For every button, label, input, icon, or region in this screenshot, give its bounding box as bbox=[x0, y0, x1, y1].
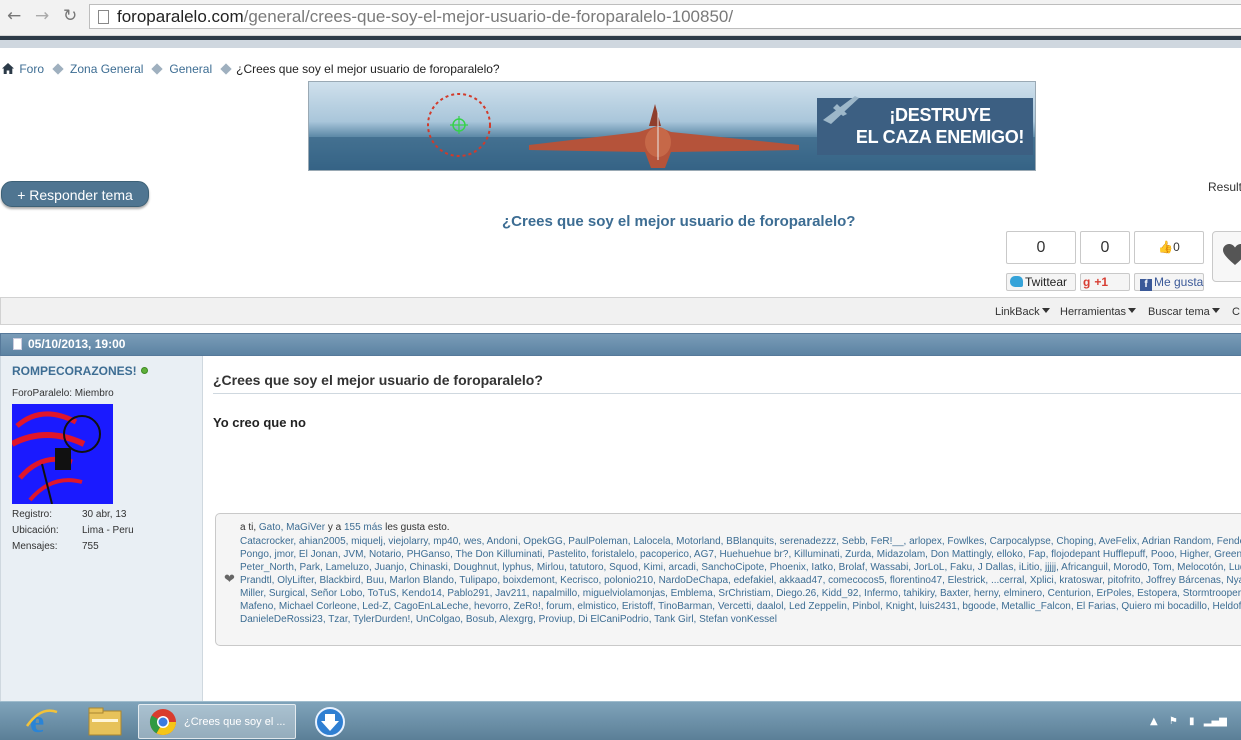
stat-value-mensajes: 755 bbox=[82, 541, 99, 552]
likes-middle: y a bbox=[325, 522, 344, 533]
post-body: ¿Crees que soy el mejor usuario de forop… bbox=[203, 356, 1241, 701]
banner-text: ¡DESTRUYE EL CAZA ENEMIGO! bbox=[849, 104, 1031, 148]
facebook-like-label: Me gusta bbox=[1154, 275, 1204, 289]
post-title-divider bbox=[213, 393, 1241, 394]
chrome-icon bbox=[149, 709, 177, 736]
twitter-share-label: Twittear bbox=[1025, 275, 1068, 289]
screen: ← → ↻ foroparalelo.com/general/crees-que… bbox=[0, 0, 1241, 740]
banner-line-1: ¡DESTRUYE bbox=[889, 105, 991, 125]
windows-taskbar: e ¿Crees que soy el ... ▲ ⚑ ▮ ▂▄▆ bbox=[0, 701, 1241, 740]
likes-prefix: a ti, bbox=[240, 522, 259, 533]
banner-cta-panel: ¡DESTRUYE EL CAZA ENEMIGO! bbox=[817, 96, 1033, 155]
results-label: Result bbox=[1208, 180, 1241, 194]
action-center-flag-icon[interactable]: ⚑ bbox=[1169, 716, 1178, 727]
heart-icon bbox=[1223, 244, 1241, 265]
internet-explorer-icon[interactable]: e bbox=[22, 704, 62, 739]
likes-suffix: les gusta esto. bbox=[382, 522, 450, 533]
gplus-count: 0 bbox=[1080, 231, 1130, 264]
twitter-icon bbox=[1010, 276, 1023, 287]
chevron-down-icon bbox=[1128, 308, 1137, 313]
url-host: foroparalelo.com bbox=[117, 7, 244, 26]
thread-tools-bar: LinkBack Herramientas Buscar tema C bbox=[0, 297, 1241, 325]
url-path: /general/crees-que-soy-el-mejor-usuario-… bbox=[243, 7, 734, 26]
username-text: ROMPECORAZONES! bbox=[12, 364, 137, 378]
facebook-icon: f bbox=[1140, 279, 1152, 291]
user-panel: ROMPECORAZONES! ForoParalelo: Miembro Re… bbox=[0, 356, 203, 701]
facebook-count-box: 👍0 bbox=[1134, 231, 1204, 264]
breadcrumb-current: ¿Crees que soy el mejor usuario de forop… bbox=[236, 62, 500, 76]
network-signal-icon[interactable]: ▂▄▆ bbox=[1204, 716, 1227, 727]
address-bar[interactable]: foroparalelo.com/general/crees-que-soy-e… bbox=[89, 4, 1241, 29]
extra-menu[interactable]: C bbox=[1232, 306, 1240, 318]
breadcrumb-foro[interactable]: Foro bbox=[19, 62, 44, 76]
post-header: 05/10/2013, 19:00 bbox=[0, 333, 1241, 356]
breadcrumb-separator-icon bbox=[52, 63, 64, 75]
linkback-label: LinkBack bbox=[995, 306, 1040, 318]
avatar-image bbox=[12, 404, 113, 504]
stat-value-ubicacion: Lima - Peru bbox=[82, 525, 134, 536]
likes-box: ❤ a ti, Gato, MaGiVer y a 155 más les gu… bbox=[215, 513, 1241, 646]
chevron-down-icon bbox=[1041, 308, 1050, 313]
stat-label-registro: Registro: bbox=[12, 509, 53, 520]
buscar-tema-label: Buscar tema bbox=[1148, 306, 1210, 318]
breadcrumb-separator-icon bbox=[151, 63, 164, 75]
download-arrow-graphic bbox=[315, 707, 345, 737]
likes-names-list[interactable]: Catacrocker, ahian2005, miquelj, viejola… bbox=[240, 535, 1241, 626]
page-icon bbox=[98, 10, 109, 24]
chevron-down-icon bbox=[1211, 308, 1220, 313]
url-text[interactable]: foroparalelo.com/general/crees-que-soy-e… bbox=[117, 7, 733, 27]
user-title: ForoParalelo: Miembro bbox=[12, 388, 114, 399]
gplus-share-label: +1 bbox=[1094, 275, 1109, 289]
browser-toolbar: ← → ↻ foroparalelo.com/general/crees-que… bbox=[0, 0, 1241, 36]
stat-label-ubicacion: Ubicación: bbox=[12, 525, 59, 536]
twitter-count: 0 bbox=[1006, 231, 1076, 264]
post-title: ¿Crees que soy el mejor usuario de forop… bbox=[213, 372, 543, 388]
online-status-icon bbox=[140, 367, 148, 374]
likes-more-link[interactable]: 155 más bbox=[344, 522, 382, 533]
google-icon: g bbox=[1083, 275, 1091, 289]
banner-line-2: EL CAZA ENEMIGO! bbox=[855, 127, 1025, 147]
breadcrumb-zona-general[interactable]: Zona General bbox=[70, 62, 143, 76]
post-date: 05/10/2013, 19:00 bbox=[28, 337, 126, 351]
tray-expand-icon[interactable]: ▲ bbox=[1150, 716, 1158, 727]
herramientas-menu[interactable]: Herramientas bbox=[1060, 306, 1137, 318]
gplus-share-button[interactable]: g +1 bbox=[1080, 273, 1130, 291]
forum-topbar bbox=[0, 40, 1241, 48]
post-document-icon bbox=[13, 338, 22, 350]
home-icon[interactable] bbox=[2, 63, 14, 74]
taskbar-chrome-label: ¿Crees que soy el ... bbox=[184, 716, 286, 728]
stat-label-mensajes: Mensajes: bbox=[12, 541, 58, 552]
system-tray: ▲ ⚑ ▮ ▂▄▆ bbox=[1150, 716, 1227, 727]
likes-first-names[interactable]: Gato, MaGiVer bbox=[259, 522, 325, 533]
avatar[interactable] bbox=[12, 404, 113, 504]
facebook-count: 0 bbox=[1173, 240, 1180, 254]
herramientas-label: Herramientas bbox=[1060, 306, 1127, 318]
reload-icon[interactable]: ↻ bbox=[63, 6, 77, 26]
forward-icon[interactable]: → bbox=[35, 6, 49, 26]
buscar-tema-menu[interactable]: Buscar tema bbox=[1148, 306, 1220, 318]
download-icon[interactable] bbox=[310, 704, 350, 739]
username-link[interactable]: ROMPECORAZONES! bbox=[12, 364, 148, 378]
taskbar-chrome-window[interactable]: ¿Crees que soy el ... bbox=[138, 704, 296, 739]
facebook-like-button[interactable]: f Me gusta bbox=[1134, 273, 1204, 291]
linkback-menu[interactable]: LinkBack bbox=[995, 306, 1050, 318]
thread-title[interactable]: ¿Crees que soy el mejor usuario de forop… bbox=[502, 213, 855, 230]
breadcrumb: Foro Zona General General ¿Crees que soy el… bbox=[2, 62, 500, 78]
heart-icon: ❤ bbox=[224, 572, 235, 587]
like-thread-button[interactable] bbox=[1212, 231, 1241, 282]
back-icon[interactable]: ← bbox=[7, 6, 21, 26]
breadcrumb-general[interactable]: General bbox=[169, 62, 212, 76]
reply-thread-button[interactable]: + Responder tema bbox=[1, 181, 149, 207]
thumbs-up-icon: 👍 bbox=[1158, 240, 1174, 254]
likes-summary: a ti, Gato, MaGiVer y a 155 más les gust… bbox=[240, 522, 450, 533]
post-message: Yo creo que no bbox=[213, 415, 306, 430]
stat-value-registro: 30 abr, 13 bbox=[82, 509, 127, 520]
ie-logo-graphic: e bbox=[25, 704, 58, 738]
folder-graphic bbox=[88, 707, 122, 736]
battery-icon[interactable]: ▮ bbox=[1189, 716, 1195, 727]
twitter-share-button[interactable]: Twittear bbox=[1006, 273, 1076, 291]
ad-banner[interactable]: ¡DESTRUYE EL CAZA ENEMIGO! bbox=[308, 81, 1036, 171]
breadcrumb-separator-icon bbox=[220, 63, 232, 75]
file-explorer-icon[interactable] bbox=[86, 704, 126, 739]
